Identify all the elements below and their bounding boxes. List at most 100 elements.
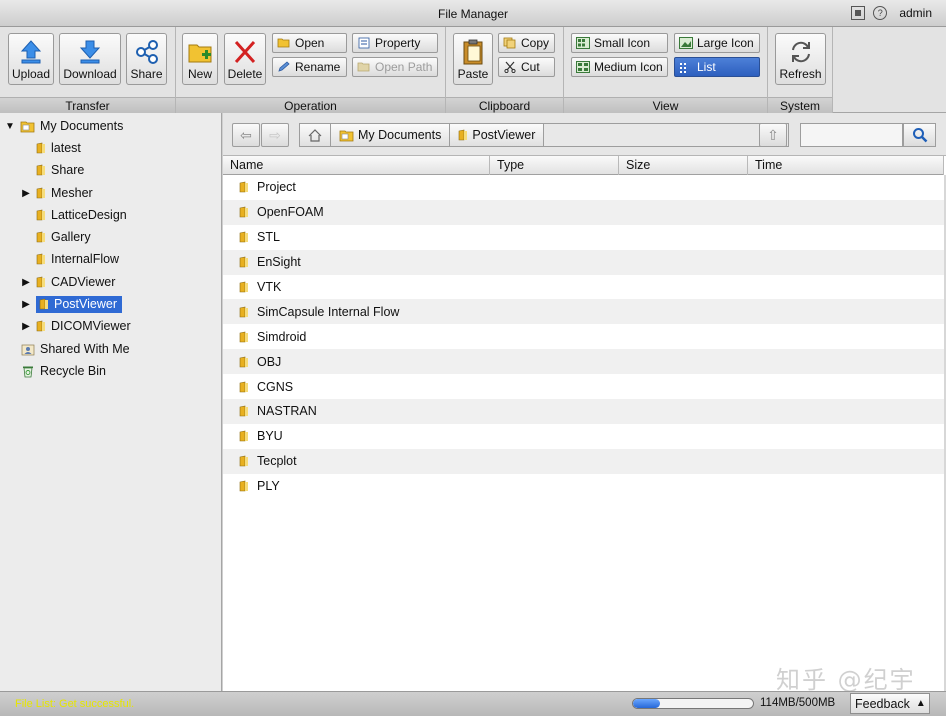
- folder-icon: [239, 306, 248, 318]
- expand-right-icon[interactable]: ▶: [21, 299, 31, 310]
- expand-right-icon[interactable]: ▶: [21, 321, 31, 332]
- folder-icon: [36, 187, 45, 199]
- column-type[interactable]: Type: [490, 156, 619, 175]
- user-name[interactable]: admin: [899, 6, 932, 20]
- tree-item-share[interactable]: Share: [21, 160, 84, 180]
- help-icon[interactable]: ?: [873, 6, 888, 20]
- copy-button[interactable]: Copy: [498, 33, 555, 53]
- upload-button[interactable]: Upload: [8, 33, 54, 85]
- file-name: OBJ: [257, 354, 282, 369]
- new-button[interactable]: New: [182, 33, 218, 85]
- folder-icon: [239, 356, 248, 367]
- file-name: SimCapsule Internal Flow: [257, 304, 400, 319]
- file-name: PLY: [257, 479, 280, 494]
- tree-item-gallery[interactable]: Gallery: [21, 227, 91, 247]
- share-button[interactable]: Share: [126, 33, 167, 85]
- delete-icon: [234, 40, 256, 64]
- folder-icon: [36, 253, 45, 265]
- tree-item-mesher[interactable]: ▶ Mesher: [21, 183, 93, 203]
- search-button[interactable]: [903, 123, 936, 147]
- paste-button[interactable]: Paste: [453, 33, 493, 85]
- tree-item-latest[interactable]: latest: [21, 138, 81, 158]
- property-button[interactable]: Property: [352, 33, 438, 53]
- file-name: VTK: [257, 280, 282, 294]
- folder-icon: [459, 129, 468, 141]
- tree-item-shared-with-me[interactable]: Shared With Me: [21, 339, 130, 359]
- medium-icon-button[interactable]: Medium Icon: [571, 57, 668, 77]
- column-time[interactable]: Time: [748, 156, 944, 175]
- back-button[interactable]: ⇦: [232, 123, 260, 147]
- file-row[interactable]: Simdroid: [223, 324, 944, 349]
- open-path-button[interactable]: Open Path: [352, 57, 438, 77]
- small-icon-button[interactable]: Small Icon: [571, 33, 668, 53]
- file-row[interactable]: OpenFOAM: [223, 199, 944, 225]
- storage-quota-fill: [633, 699, 661, 708]
- folder-icon: [36, 231, 45, 243]
- feedback-button[interactable]: Feedback ▲: [850, 693, 930, 714]
- tree-item-internalflow[interactable]: InternalFlow: [21, 249, 119, 269]
- open-button[interactable]: Open: [272, 33, 347, 53]
- new-folder-icon: [188, 44, 212, 63]
- tree-item-my-documents[interactable]: ▼ My Documents: [5, 116, 123, 136]
- pencil-icon: [278, 61, 290, 72]
- expand-right-icon[interactable]: ▶: [21, 277, 31, 288]
- file-row[interactable]: CGNS: [223, 374, 944, 399]
- ribbon-toolbar: Upload Download Share Transfer New Delet…: [0, 27, 946, 113]
- delete-button[interactable]: Delete: [224, 33, 266, 85]
- breadcrumb-postviewer[interactable]: PostViewer: [450, 124, 545, 146]
- tree-item-latticedesign[interactable]: LatticeDesign: [21, 205, 127, 225]
- folder-icon: [239, 381, 248, 392]
- breadcrumb-my-documents[interactable]: My Documents: [331, 124, 451, 146]
- window-title: File Manager: [437, 7, 509, 21]
- column-name[interactable]: Name: [223, 156, 490, 175]
- list-view-button[interactable]: List: [674, 57, 760, 77]
- search-icon: [912, 128, 927, 143]
- tree-item-recycle-bin[interactable]: Recycle Bin: [21, 361, 106, 381]
- search-input[interactable]: [800, 123, 903, 147]
- file-row[interactable]: PLY: [223, 474, 944, 499]
- expand-down-icon[interactable]: ▼: [5, 121, 15, 132]
- large-icon-view-icon: [679, 37, 693, 49]
- column-size[interactable]: Size: [619, 156, 748, 175]
- upload-icon: [20, 40, 42, 64]
- file-row[interactable]: VTK: [223, 275, 944, 300]
- refresh-icon: [791, 41, 810, 63]
- breadcrumb-home[interactable]: [300, 124, 331, 146]
- file-row[interactable]: BYU: [223, 424, 944, 449]
- column-header: Name Type Size Time: [223, 156, 944, 175]
- file-row[interactable]: Project: [223, 175, 944, 200]
- file-row[interactable]: EnSight: [223, 249, 944, 275]
- breadcrumb: My Documents PostViewer: [299, 123, 789, 147]
- file-row[interactable]: OBJ: [223, 349, 944, 375]
- tree-item-cadviewer[interactable]: ▶ CADViewer: [21, 272, 115, 292]
- folder-icon: [36, 142, 45, 154]
- tree-item-postviewer[interactable]: ▶ PostViewer: [21, 294, 122, 314]
- selected-tree-node[interactable]: PostViewer: [36, 295, 122, 313]
- recycle-bin-icon: [23, 366, 33, 377]
- file-row[interactable]: SimCapsule Internal Flow: [223, 299, 944, 325]
- status-message: File List: Get successful.: [15, 698, 135, 710]
- maximize-icon[interactable]: [851, 6, 866, 20]
- large-icon-button[interactable]: Large Icon: [674, 33, 760, 53]
- group-label-system: System: [768, 97, 832, 113]
- cut-button[interactable]: Cut: [498, 57, 555, 77]
- file-name: OpenFOAM: [257, 205, 324, 220]
- paste-icon: [463, 39, 483, 65]
- folder-icon: [36, 164, 45, 176]
- file-row[interactable]: Tecplot: [223, 448, 944, 474]
- property-icon: [358, 37, 370, 49]
- group-clipboard: Paste Copy Cut Clipboard: [446, 27, 564, 113]
- folder-icon: [239, 430, 248, 442]
- rename-button[interactable]: Rename: [272, 57, 347, 77]
- expand-right-icon[interactable]: ▶: [21, 188, 31, 199]
- forward-button[interactable]: ⇨: [261, 123, 289, 147]
- tree-item-dicomviewer[interactable]: ▶ DICOMViewer: [21, 316, 131, 336]
- download-button[interactable]: Download: [59, 33, 121, 85]
- parent-folder-button[interactable]: ⇧: [759, 123, 787, 147]
- file-row[interactable]: NASTRAN: [223, 399, 944, 424]
- scissors-icon: [504, 61, 516, 73]
- file-row[interactable]: STL: [223, 225, 944, 250]
- refresh-button[interactable]: Refresh: [775, 33, 826, 85]
- folder-icon: [239, 281, 248, 293]
- group-label-operation: Operation: [176, 97, 445, 113]
